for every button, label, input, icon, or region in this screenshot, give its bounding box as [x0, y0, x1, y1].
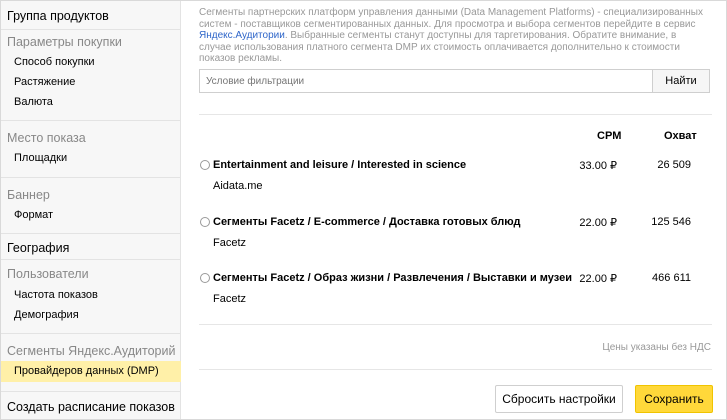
- divider: [199, 114, 712, 115]
- sidebar-divider: [1, 177, 181, 178]
- sidebar-group-purchase-params: Параметры покупки: [7, 35, 122, 49]
- segment-reach: 26 509: [657, 159, 691, 171]
- segment-provider: Facetz: [213, 237, 247, 249]
- settings-sidebar: Группа продуктов Параметры покупки Спосо…: [1, 1, 181, 419]
- segment-radio[interactable]: [200, 160, 210, 170]
- segment-title[interactable]: Сегменты Facetz / Образ жизни / Развлече…: [213, 272, 572, 284]
- vat-note: Цены указаны без НДС: [602, 342, 711, 353]
- sidebar-divider: [1, 120, 181, 121]
- segment-reach: 125 546: [651, 216, 691, 228]
- sidebar-item-sites[interactable]: Площадки: [14, 152, 194, 164]
- sidebar-divider: [1, 391, 181, 392]
- sidebar-item-create-schedule[interactable]: Создать расписание показов: [7, 400, 187, 414]
- dmp-segments-panel: Сегменты партнерских платформ управления…: [199, 0, 719, 420]
- sidebar-item-dmp-providers[interactable]: Провайдеров данных (DMP): [14, 365, 194, 377]
- segment-radio[interactable]: [200, 217, 210, 227]
- sidebar-item-frequency[interactable]: Частота показов: [14, 289, 194, 301]
- divider: [199, 324, 712, 325]
- find-button[interactable]: Найти: [652, 69, 710, 93]
- segment-radio[interactable]: [200, 273, 210, 283]
- sidebar-item-currency[interactable]: Валюта: [14, 96, 194, 108]
- sidebar-group-audience-segments: Сегменты Яндекс.Аудиторий: [7, 344, 176, 358]
- sidebar-item-stretching[interactable]: Растяжение: [14, 76, 194, 88]
- segment-provider: Aidata.me: [213, 180, 263, 192]
- divider: [199, 369, 712, 370]
- segment-cpm: 22.00 ₽: [579, 217, 617, 229]
- sidebar-divider: [1, 29, 181, 30]
- segment-cpm: 33.00 ₽: [579, 160, 617, 172]
- column-header-reach: Охват: [664, 130, 697, 142]
- sidebar-group-users: Пользователи: [7, 267, 89, 281]
- description-text: Сегменты партнерских платформ управления…: [199, 7, 704, 65]
- yandex-audience-link[interactable]: Яндекс.Аудитории: [199, 30, 285, 41]
- sidebar-divider: [1, 233, 181, 234]
- segment-cpm: 22.00 ₽: [579, 273, 617, 285]
- sidebar-group-placement: Место показа: [7, 131, 86, 145]
- sidebar-group-banner: Баннер: [7, 188, 50, 202]
- segment-provider: Facetz: [213, 293, 247, 305]
- reset-settings-button[interactable]: Сбросить настройки: [495, 385, 623, 413]
- column-header-cpm: CPM: [597, 130, 622, 142]
- sidebar-item-demography[interactable]: Демография: [14, 309, 194, 321]
- save-button[interactable]: Сохранить: [635, 385, 713, 413]
- segment-title[interactable]: Сегменты Facetz / E-commerce / Доставка …: [213, 216, 521, 228]
- sidebar-item-purchase-method[interactable]: Способ покупки: [14, 56, 194, 68]
- sidebar-item-product-group[interactable]: Группа продуктов: [7, 9, 187, 23]
- sidebar-item-format[interactable]: Формат: [14, 209, 194, 221]
- sidebar-divider: [1, 259, 181, 260]
- segment-reach: 466 611: [652, 272, 691, 284]
- sidebar-item-geography[interactable]: География: [7, 241, 187, 255]
- filter-input[interactable]: [199, 69, 652, 93]
- segment-title[interactable]: Entertainment and leisure / Interested i…: [213, 159, 466, 171]
- description-part: Сегменты партнерских платформ управления…: [199, 7, 703, 30]
- sidebar-divider: [1, 333, 181, 334]
